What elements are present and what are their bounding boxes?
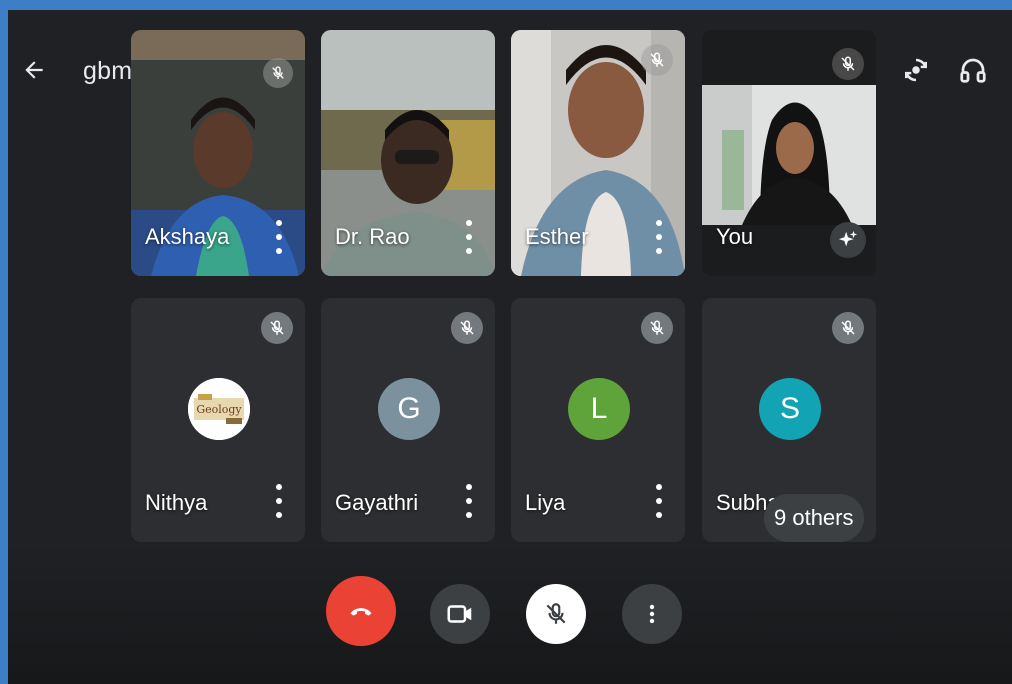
svg-text:Geology: Geology xyxy=(196,403,242,416)
participant-tile-nithya[interactable]: Geology Nithya xyxy=(131,298,305,542)
back-button[interactable] xyxy=(16,52,52,88)
participant-options-button[interactable] xyxy=(459,220,479,254)
participant-name: Nithya xyxy=(145,490,208,515)
avatar: L xyxy=(568,378,630,440)
camera-button[interactable] xyxy=(430,584,490,644)
participant-name: You xyxy=(716,224,754,249)
mic-off-icon xyxy=(460,320,474,335)
participant-tile-esther[interactable]: Esther xyxy=(511,30,685,276)
others-count-badge[interactable]: 9 others xyxy=(764,494,864,542)
participant-tile-dr-rao[interactable]: Dr. Rao xyxy=(321,30,495,276)
mic-muted-indicator xyxy=(263,58,293,88)
participant-name: Esther xyxy=(525,224,589,249)
participant-options-button[interactable] xyxy=(459,484,479,518)
videocam-icon xyxy=(447,605,472,623)
mic-off-icon xyxy=(650,52,664,67)
visual-effects-button[interactable] xyxy=(830,222,866,258)
mic-muted-indicator xyxy=(641,312,673,344)
sparkle-icon xyxy=(838,230,858,247)
participant-name: Dr. Rao xyxy=(335,224,410,249)
mic-off-icon xyxy=(272,66,284,79)
avatar: S xyxy=(759,378,821,440)
mic-muted-indicator xyxy=(832,48,864,80)
participant-options-button[interactable] xyxy=(649,484,669,518)
mic-muted-indicator xyxy=(261,312,293,344)
mic-off-icon xyxy=(841,56,855,71)
participant-tile-gayathri[interactable]: G Gayathri xyxy=(321,298,495,542)
participant-tile-you[interactable]: You xyxy=(702,30,876,276)
call-controls xyxy=(8,576,1012,652)
mic-muted-indicator xyxy=(641,44,673,76)
mic-off-icon xyxy=(650,320,664,335)
participant-name: Gayathri xyxy=(335,490,419,515)
mic-off-icon xyxy=(841,320,855,335)
meet-screen: gbm-awae-wxq xyxy=(8,10,1012,684)
participant-options-button[interactable] xyxy=(269,220,289,254)
geology-avatar-image: Geology xyxy=(188,378,250,440)
audio-output-button[interactable] xyxy=(953,50,993,90)
participant-options-button[interactable] xyxy=(269,484,289,518)
participant-options-button[interactable] xyxy=(649,220,669,254)
avatar: Geology xyxy=(188,378,250,440)
participant-tile-liya[interactable]: L Liya xyxy=(511,298,685,542)
phone-hangup-icon xyxy=(350,608,372,616)
mic-off-icon xyxy=(270,320,284,335)
mic-off-icon xyxy=(546,603,566,624)
switch-camera-button[interactable] xyxy=(896,50,936,90)
mic-muted-indicator xyxy=(832,312,864,344)
participant-tile-subha-others[interactable]: S Subha 9 others xyxy=(702,298,876,542)
participant-name: Akshaya xyxy=(145,224,230,249)
more-options-button[interactable] xyxy=(622,584,682,644)
end-call-button[interactable] xyxy=(326,576,396,646)
microphone-button[interactable] xyxy=(526,584,586,644)
mic-muted-indicator xyxy=(451,312,483,344)
headphones-icon xyxy=(960,58,986,83)
arrow-left-icon xyxy=(25,61,43,79)
switch-camera-icon xyxy=(905,58,927,82)
avatar: G xyxy=(378,378,440,440)
more-vertical-icon xyxy=(649,604,655,624)
participant-name: Liya xyxy=(525,490,566,515)
